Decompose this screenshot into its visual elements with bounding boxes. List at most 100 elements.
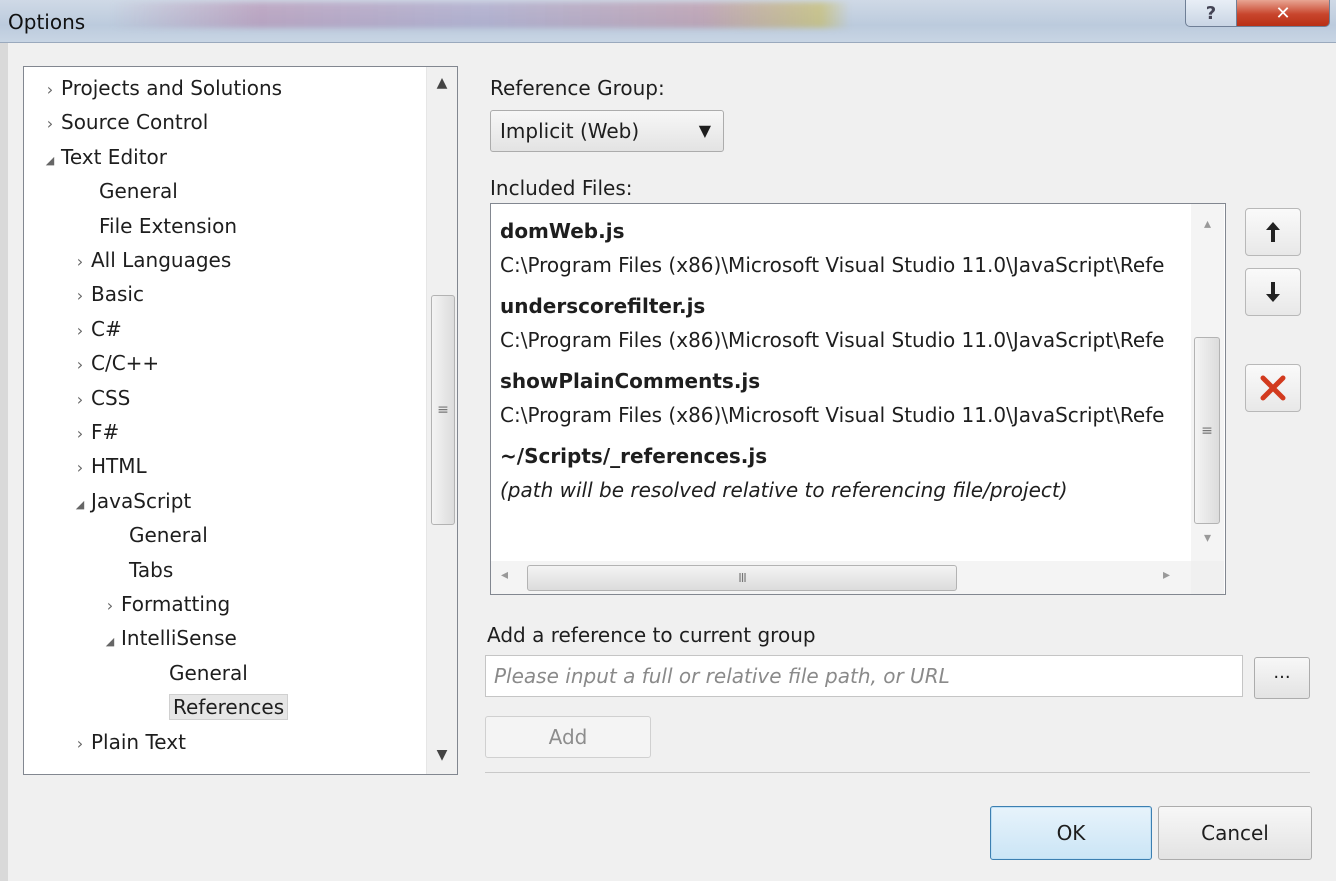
tree-item[interactable]: › Plain Text bbox=[69, 726, 186, 758]
expand-icon[interactable]: › bbox=[69, 349, 91, 381]
scroll-down-icon[interactable]: ▾ bbox=[1191, 530, 1224, 546]
tree-item-label: General bbox=[169, 660, 248, 685]
tree-item-label: General bbox=[99, 179, 178, 204]
included-files-list[interactable]: domWeb.js C:\Program Files (x86)\Microsof… bbox=[490, 203, 1226, 595]
tree-item[interactable]: Tabs bbox=[129, 554, 173, 586]
collapse-icon[interactable]: ◢ bbox=[99, 626, 121, 658]
scroll-up-icon[interactable]: ▴ bbox=[1191, 216, 1224, 232]
window-title: Options bbox=[8, 10, 86, 34]
files-horizontal-thumb[interactable]: III bbox=[527, 565, 957, 591]
options-tree[interactable]: › Projects and Solutions › Source Control ◢ T… bbox=[23, 66, 458, 775]
tree-item[interactable]: References bbox=[169, 691, 289, 723]
expand-icon[interactable]: › bbox=[39, 108, 61, 140]
file-name[interactable]: domWeb.js bbox=[500, 219, 624, 243]
tree-scroll-thumb[interactable]: ≡ bbox=[431, 295, 455, 525]
tree-item[interactable]: General bbox=[169, 657, 248, 689]
tree-scrollbar[interactable]: ▲ ≡ ▼ bbox=[426, 67, 457, 774]
file-name[interactable]: ~/Scripts/_references.js bbox=[500, 444, 767, 468]
tree-item-label: C# bbox=[91, 316, 122, 341]
tree-item-label: Tabs bbox=[129, 557, 174, 582]
delete-icon bbox=[1260, 375, 1286, 401]
tree-item-label: References bbox=[169, 694, 289, 721]
expand-icon[interactable]: › bbox=[99, 590, 121, 622]
window-left-edge bbox=[0, 42, 8, 881]
file-path: (path will be resolved relative to refer… bbox=[500, 478, 1068, 502]
file-path: C:\Program Files (x86)\Microsoft Visual … bbox=[500, 253, 1165, 277]
tree-item[interactable]: General bbox=[99, 175, 178, 207]
move-down-button[interactable] bbox=[1245, 268, 1301, 316]
tree-item-label: Basic bbox=[91, 282, 144, 307]
reference-path-input[interactable] bbox=[485, 655, 1243, 697]
expand-icon[interactable]: › bbox=[39, 74, 61, 106]
scroll-left-icon[interactable]: ◂ bbox=[501, 567, 508, 583]
tree-item-label: Formatting bbox=[121, 592, 231, 616]
expand-icon[interactable]: › bbox=[69, 452, 91, 484]
arrow-down-icon bbox=[1266, 282, 1280, 302]
file-path: C:\Program Files (x86)\Microsoft Visual … bbox=[500, 403, 1165, 427]
tree-item[interactable]: General bbox=[129, 519, 208, 551]
tree-item[interactable]: › Projects and Solutions bbox=[39, 72, 282, 104]
scroll-up-icon[interactable]: ▲ bbox=[427, 75, 457, 91]
tree-item-label: Text Editor bbox=[61, 144, 167, 169]
tree-item-label: Source Control bbox=[61, 110, 209, 135]
arrow-up-icon bbox=[1266, 222, 1280, 242]
tree-item[interactable]: ◢ JavaScript bbox=[69, 485, 192, 517]
cancel-button[interactable]: Cancel bbox=[1158, 806, 1312, 860]
scroll-down-icon[interactable]: ▼ bbox=[427, 747, 457, 763]
tree-item[interactable]: › C# bbox=[69, 313, 122, 345]
tree-item-label: Plain Text bbox=[91, 729, 186, 754]
help-button[interactable]: ? bbox=[1185, 0, 1237, 27]
expand-icon[interactable]: › bbox=[69, 728, 91, 760]
tree-item[interactable]: › HTML bbox=[69, 450, 147, 482]
tree-item[interactable]: › CSS bbox=[69, 382, 131, 416]
grip-icon: ≡ bbox=[1201, 422, 1213, 439]
tree-item[interactable]: › Formatting bbox=[99, 588, 230, 620]
tree-item-label: All Languages bbox=[91, 248, 232, 272]
scroll-right-icon[interactable]: ▸ bbox=[1163, 567, 1170, 583]
tree-item-label: C/C++ bbox=[91, 351, 160, 376]
file-name[interactable]: showPlainComments.js bbox=[500, 369, 760, 393]
title-bar: Options ? ✕ bbox=[0, 0, 1336, 43]
tree-item[interactable]: ◢ IntelliSense bbox=[99, 622, 237, 654]
tree-item[interactable]: › Basic bbox=[69, 278, 144, 310]
files-vertical-scrollbar[interactable]: ▴ ≡ ▾ bbox=[1191, 204, 1224, 561]
close-button[interactable]: ✕ bbox=[1236, 0, 1330, 27]
remove-reference-button[interactable] bbox=[1245, 364, 1301, 412]
close-icon: ✕ bbox=[1275, 2, 1291, 24]
tree-item-label: CSS bbox=[91, 385, 131, 410]
file-path: C:\Program Files (x86)\Microsoft Visual … bbox=[500, 328, 1165, 352]
tree-item-label: F# bbox=[91, 420, 120, 444]
tree-item[interactable]: › F# bbox=[69, 416, 119, 448]
expand-icon[interactable]: › bbox=[69, 384, 91, 416]
tree-item[interactable]: › All Languages bbox=[69, 244, 231, 276]
chevron-down-icon: ▼ bbox=[698, 121, 711, 140]
grip-icon: ≡ bbox=[437, 402, 449, 418]
tree-item-label: Projects and Solutions bbox=[61, 76, 283, 100]
reference-group-dropdown[interactable]: Implicit (Web) ▼ bbox=[490, 110, 724, 152]
help-icon: ? bbox=[1205, 2, 1217, 24]
expand-icon[interactable]: › bbox=[69, 418, 91, 450]
ok-button[interactable]: OK bbox=[990, 806, 1152, 860]
tree-item[interactable]: › C/C++ bbox=[69, 347, 159, 379]
tree-item-label: JavaScript bbox=[91, 488, 192, 513]
tree-item[interactable]: ◢ Text Editor bbox=[39, 141, 167, 173]
add-button[interactable]: Add bbox=[485, 716, 651, 758]
files-vertical-thumb[interactable]: ≡ bbox=[1194, 337, 1220, 524]
expand-icon[interactable]: › bbox=[69, 315, 91, 347]
file-name[interactable]: underscorefilter.js bbox=[500, 294, 705, 318]
divider bbox=[485, 772, 1310, 773]
files-horizontal-scrollbar[interactable]: ◂ III ▸ bbox=[491, 561, 1191, 594]
tree-item-label: General bbox=[129, 523, 208, 548]
reference-group-value: Implicit (Web) bbox=[500, 119, 640, 143]
tree-item[interactable]: › Source Control bbox=[39, 106, 209, 140]
collapse-icon[interactable]: ◢ bbox=[39, 145, 61, 177]
tree-item-label: HTML bbox=[91, 454, 147, 479]
move-up-button[interactable] bbox=[1245, 208, 1301, 256]
tree-item[interactable]: File Extension bbox=[99, 210, 237, 242]
scroll-corner bbox=[1191, 561, 1224, 594]
expand-icon[interactable]: › bbox=[69, 280, 91, 312]
browse-button[interactable]: ... bbox=[1254, 657, 1310, 699]
collapse-icon[interactable]: ◢ bbox=[69, 489, 91, 521]
reference-group-label: Reference Group: bbox=[490, 76, 665, 100]
expand-icon[interactable]: › bbox=[69, 246, 91, 278]
